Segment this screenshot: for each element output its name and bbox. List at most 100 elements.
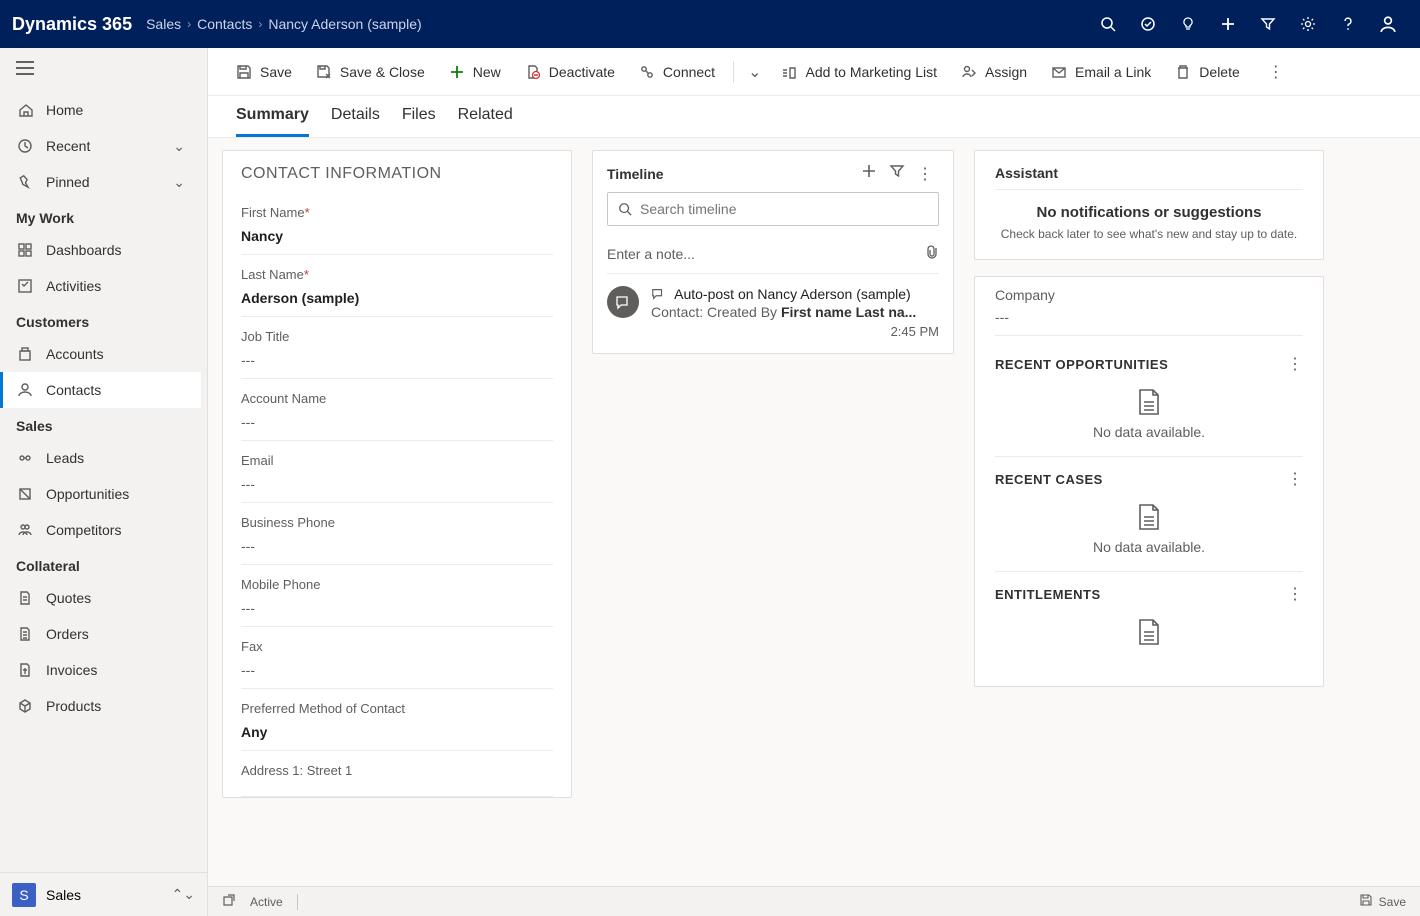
field-value[interactable] — [241, 778, 553, 797]
field-label: First Name* — [241, 205, 553, 220]
email-a-link-button[interactable]: Email a Link — [1041, 58, 1161, 86]
assign-button[interactable]: Assign — [951, 58, 1037, 86]
field-row[interactable]: Last Name* Aderson (sample) — [223, 267, 571, 317]
nav-dashboards[interactable]: Dashboards — [0, 232, 201, 268]
field-value[interactable]: --- — [241, 592, 553, 627]
nav-quotes[interactable]: Quotes — [0, 580, 201, 616]
field-row[interactable]: Email --- — [223, 453, 571, 503]
cmd-label: Add to Marketing List — [805, 64, 937, 80]
hamburger-icon[interactable] — [16, 61, 34, 80]
field-value[interactable]: --- — [241, 344, 553, 379]
lightbulb-icon[interactable] — [1168, 0, 1208, 48]
site-map-panel: Home Recent ⌄ Pinned ⌄ My Work Dashboard… — [0, 48, 208, 916]
connect-button[interactable]: Connect — [629, 58, 725, 86]
nav-recent[interactable]: Recent ⌄ — [0, 128, 201, 164]
more-icon[interactable]: ⋮ — [1287, 469, 1303, 489]
chevron-down-icon[interactable]: ⌄ — [742, 56, 767, 88]
nav-activities[interactable]: Activities — [0, 268, 201, 304]
filter-icon[interactable] — [883, 163, 911, 184]
area-badge: S — [12, 883, 36, 907]
nav-scrollable[interactable]: Home Recent ⌄ Pinned ⌄ My Work Dashboard… — [0, 92, 207, 872]
paperclip-icon[interactable] — [925, 244, 939, 263]
field-row[interactable]: First Name* Nancy — [223, 205, 571, 255]
nav-label: Contacts — [46, 382, 101, 398]
nav-group-title: My Work — [0, 200, 201, 232]
nav-orders[interactable]: Orders — [0, 616, 201, 652]
chevron-down-icon: ⌄ — [173, 138, 185, 155]
task-icon[interactable] — [1128, 0, 1168, 48]
tab-summary[interactable]: Summary — [236, 106, 309, 137]
save-icon — [236, 64, 252, 80]
field-row[interactable]: Account Name --- — [223, 391, 571, 441]
tab-related[interactable]: Related — [458, 106, 513, 137]
more-icon[interactable]: ⋮ — [1287, 354, 1303, 374]
save-icon[interactable] — [1359, 893, 1373, 910]
help-icon[interactable] — [1328, 0, 1368, 48]
more-icon[interactable]: ⋮ — [1287, 584, 1303, 604]
breadcrumb-item[interactable]: Sales — [146, 16, 181, 32]
content-scroll-area[interactable]: CONTACT INFORMATION First Name* Nancy La… — [208, 138, 1420, 886]
save-close-button[interactable]: Save & Close — [306, 58, 435, 86]
timeline-item-title: Auto-post on Nancy Aderson (sample) — [674, 286, 911, 302]
field-row[interactable]: Fax --- — [223, 639, 571, 689]
tab-details[interactable]: Details — [331, 106, 380, 137]
filter-icon[interactable] — [1248, 0, 1288, 48]
timeline-search[interactable] — [607, 192, 939, 226]
more-icon[interactable]: ⋮ — [1262, 56, 1290, 88]
timeline-note-input[interactable]: Enter a note... — [607, 234, 939, 274]
nav-contacts[interactable]: Contacts — [0, 372, 201, 408]
user-icon[interactable] — [1368, 0, 1408, 48]
nav-invoices[interactable]: Invoices — [0, 652, 201, 688]
field-row[interactable]: Mobile Phone --- — [223, 577, 571, 627]
company-value[interactable]: --- — [995, 309, 1303, 336]
field-row[interactable]: Job Title --- — [223, 329, 571, 379]
breadcrumb-item[interactable]: Contacts — [197, 16, 252, 32]
contact-icon — [16, 382, 34, 398]
timeline-item-time: 2:45 PM — [651, 324, 939, 339]
new-button[interactable]: New — [439, 58, 511, 86]
field-label: Last Name* — [241, 267, 553, 282]
search-icon — [618, 202, 632, 216]
leads-icon — [16, 450, 34, 466]
nav-leads[interactable]: Leads — [0, 440, 201, 476]
tab-files[interactable]: Files — [402, 106, 436, 137]
timeline-item[interactable]: Auto-post on Nancy Aderson (sample) Cont… — [593, 274, 953, 353]
statusbar-save-label[interactable]: Save — [1379, 895, 1406, 909]
field-value[interactable]: Nancy — [241, 220, 553, 255]
note-placeholder: Enter a note... — [607, 246, 695, 262]
field-row[interactable]: Preferred Method of Contact Any — [223, 701, 571, 751]
field-value[interactable]: --- — [241, 654, 553, 689]
field-value[interactable]: --- — [241, 468, 553, 503]
nav-competitors[interactable]: Competitors — [0, 512, 201, 548]
popout-icon[interactable] — [222, 893, 236, 910]
plus-icon[interactable] — [1208, 0, 1248, 48]
more-icon[interactable]: ⋮ — [911, 164, 939, 184]
field-value[interactable]: --- — [241, 406, 553, 441]
field-value[interactable]: Aderson (sample) — [241, 282, 553, 317]
field-row[interactable]: Business Phone --- — [223, 515, 571, 565]
deactivate-button[interactable]: Deactivate — [515, 58, 625, 86]
nav-pinned[interactable]: Pinned ⌄ — [0, 164, 201, 200]
add-icon[interactable] — [855, 163, 883, 184]
nav-opportunities[interactable]: Opportunities — [0, 476, 201, 512]
save-button[interactable]: Save — [226, 58, 302, 86]
competitor-icon — [16, 522, 34, 538]
search-icon[interactable] — [1088, 0, 1128, 48]
add-to-marketing-list-button[interactable]: Add to Marketing List — [771, 58, 947, 86]
timeline-item-prefix: Contact: Created By — [651, 304, 781, 320]
field-row[interactable]: Address 1: Street 1 — [223, 763, 571, 797]
nav-accounts[interactable]: Accounts — [0, 336, 201, 372]
gear-icon[interactable] — [1288, 0, 1328, 48]
field-value[interactable]: --- — [241, 530, 553, 565]
nav-products[interactable]: Products — [0, 688, 201, 724]
area-switcher[interactable]: S Sales ⌃⌄ — [0, 872, 207, 916]
account-icon — [16, 346, 34, 362]
delete-button[interactable]: Delete — [1165, 58, 1249, 86]
timeline-search-input[interactable] — [640, 201, 928, 217]
nav-home[interactable]: Home — [0, 92, 201, 128]
field-value[interactable]: Any — [241, 716, 553, 751]
breadcrumb-item[interactable]: Nancy Aderson (sample) — [268, 16, 421, 32]
assistant-empty-sub: Check back later to see what's new and s… — [995, 227, 1303, 241]
brand-label: Dynamics 365 — [12, 14, 132, 35]
assign-icon — [961, 64, 977, 80]
